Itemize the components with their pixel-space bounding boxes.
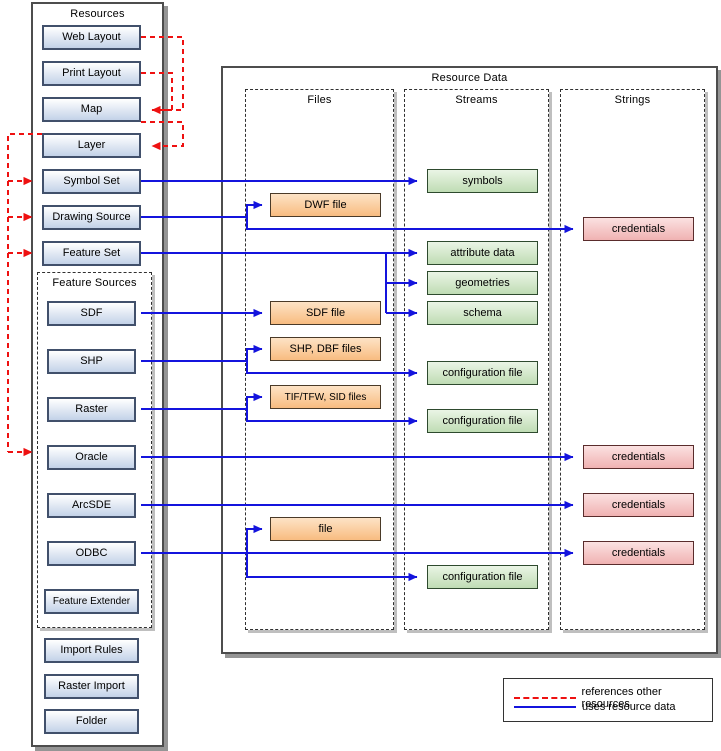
resources-panel-title: Resources	[70, 8, 125, 20]
resource-node-import-rules[interactable]: Import Rules	[44, 638, 139, 663]
resource-node-print-layout[interactable]: Print Layout	[42, 61, 141, 86]
stream-node-configuration-file-3[interactable]: configuration file	[427, 565, 538, 589]
stream-node-geometries[interactable]: geometries	[427, 271, 538, 295]
string-node-credentials-4[interactable]: credentials	[583, 541, 694, 565]
resource-node-map[interactable]: Map	[42, 97, 141, 122]
stream-node-symbols[interactable]: symbols	[427, 169, 538, 193]
stream-node-schema[interactable]: schema	[427, 301, 538, 325]
file-node-tif-tfw-sid-files[interactable]: TIF/TFW, SID files	[270, 385, 381, 409]
feature-source-node-shp[interactable]: SHP	[47, 349, 136, 374]
diagram-canvas: Resources Feature Sources Resource Data …	[0, 0, 721, 751]
string-node-credentials-1[interactable]: credentials	[583, 217, 694, 241]
files-column-title: Files	[307, 94, 332, 106]
file-node-dwf-file[interactable]: DWF file	[270, 193, 381, 217]
legend: references other resources uses resource…	[503, 678, 713, 722]
feature-source-node-oracle[interactable]: Oracle	[47, 445, 136, 470]
file-node-file[interactable]: file	[270, 517, 381, 541]
resource-node-folder[interactable]: Folder	[44, 709, 139, 734]
solid-line-icon	[514, 706, 576, 708]
feature-source-node-feature-extender[interactable]: Feature Extender	[44, 589, 139, 614]
feature-source-node-arcsde[interactable]: ArcSDE	[47, 493, 136, 518]
string-node-credentials-2[interactable]: credentials	[583, 445, 694, 469]
resource-node-feature-set[interactable]: Feature Set	[42, 241, 141, 266]
feature-sources-title: Feature Sources	[52, 277, 137, 289]
resource-node-raster-import[interactable]: Raster Import	[44, 674, 139, 699]
resource-node-symbol-set[interactable]: Symbol Set	[42, 169, 141, 194]
stream-node-configuration-file-2[interactable]: configuration file	[427, 409, 538, 433]
file-node-sdf-file[interactable]: SDF file	[270, 301, 381, 325]
stream-node-attribute-data[interactable]: attribute data	[427, 241, 538, 265]
streams-column-title: Streams	[455, 94, 498, 106]
feature-source-node-raster[interactable]: Raster	[47, 397, 136, 422]
legend-row-uses: uses resource data	[514, 701, 676, 713]
strings-column-title: Strings	[614, 94, 651, 106]
resource-data-title: Resource Data	[431, 72, 508, 84]
feature-source-node-sdf[interactable]: SDF	[47, 301, 136, 326]
string-node-credentials-3[interactable]: credentials	[583, 493, 694, 517]
file-node-shp-dbf-files[interactable]: SHP, DBF files	[270, 337, 381, 361]
dashed-line-icon	[514, 697, 576, 699]
resource-node-drawing-source[interactable]: Drawing Source	[42, 205, 141, 230]
resource-node-layer[interactable]: Layer	[42, 133, 141, 158]
feature-source-node-odbc[interactable]: ODBC	[47, 541, 136, 566]
resource-node-web-layout[interactable]: Web Layout	[42, 25, 141, 50]
legend-label-uses: uses resource data	[582, 701, 676, 713]
stream-node-configuration-file-1[interactable]: configuration file	[427, 361, 538, 385]
